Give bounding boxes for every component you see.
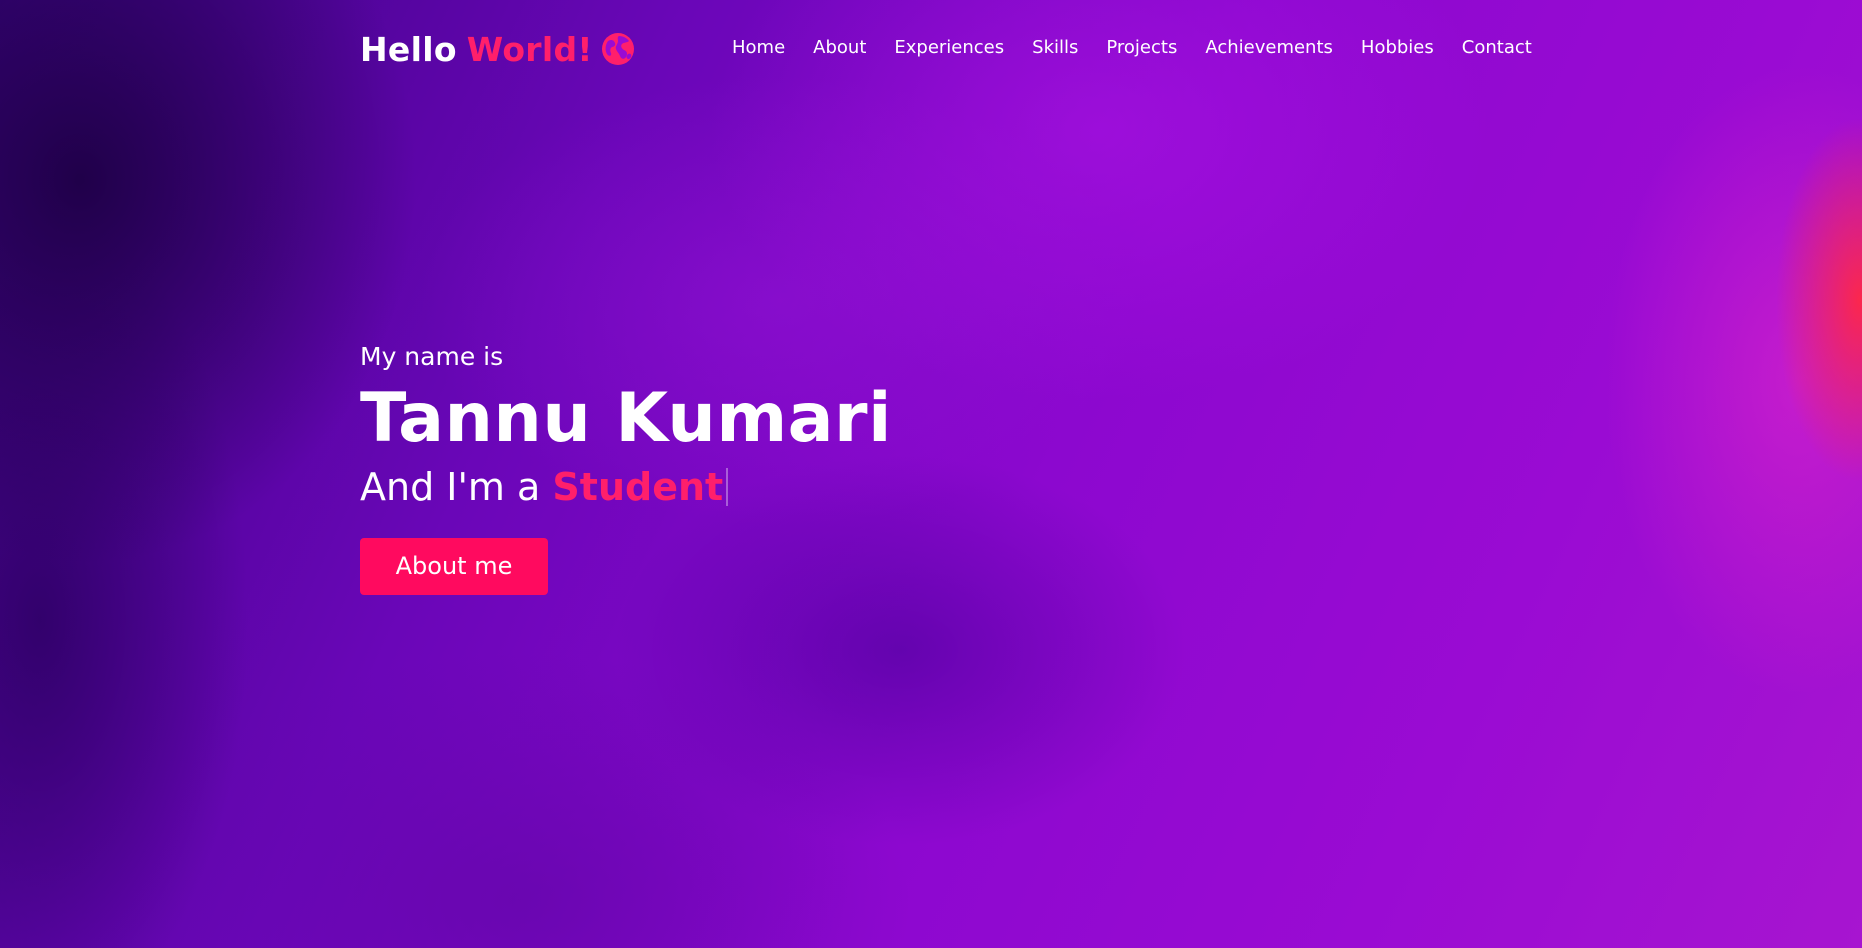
main-nav: Home About Experiences Skills Projects A… <box>732 36 1532 60</box>
logo-text: Hello <box>360 29 457 69</box>
nav-hobbies[interactable]: Hobbies <box>1361 36 1434 60</box>
nav-home[interactable]: Home <box>732 36 785 60</box>
hero-section: My name is Tannu Kumari And I'm a Studen… <box>360 340 892 595</box>
hero-role-prefix: And I'm a <box>360 465 553 509</box>
site-header: Hello World! Home About Experiences Skil… <box>0 0 1862 98</box>
hero-intro: My name is <box>360 342 504 371</box>
site-logo[interactable]: Hello World! <box>360 27 635 71</box>
logo-accent-text: World! <box>466 29 593 69</box>
hero-role: Student <box>552 465 724 509</box>
hero-role-line: And I'm a Student <box>360 462 892 512</box>
nav-skills[interactable]: Skills <box>1032 36 1078 60</box>
about-me-button[interactable]: About me <box>360 538 548 595</box>
globe-icon <box>601 32 635 66</box>
nav-projects[interactable]: Projects <box>1106 36 1177 60</box>
hero-name: Tannu Kumari <box>360 379 892 458</box>
typing-cursor <box>726 468 729 506</box>
nav-contact[interactable]: Contact <box>1462 36 1532 60</box>
nav-experiences[interactable]: Experiences <box>894 36 1004 60</box>
nav-achievements[interactable]: Achievements <box>1205 36 1333 60</box>
nav-about[interactable]: About <box>813 36 866 60</box>
